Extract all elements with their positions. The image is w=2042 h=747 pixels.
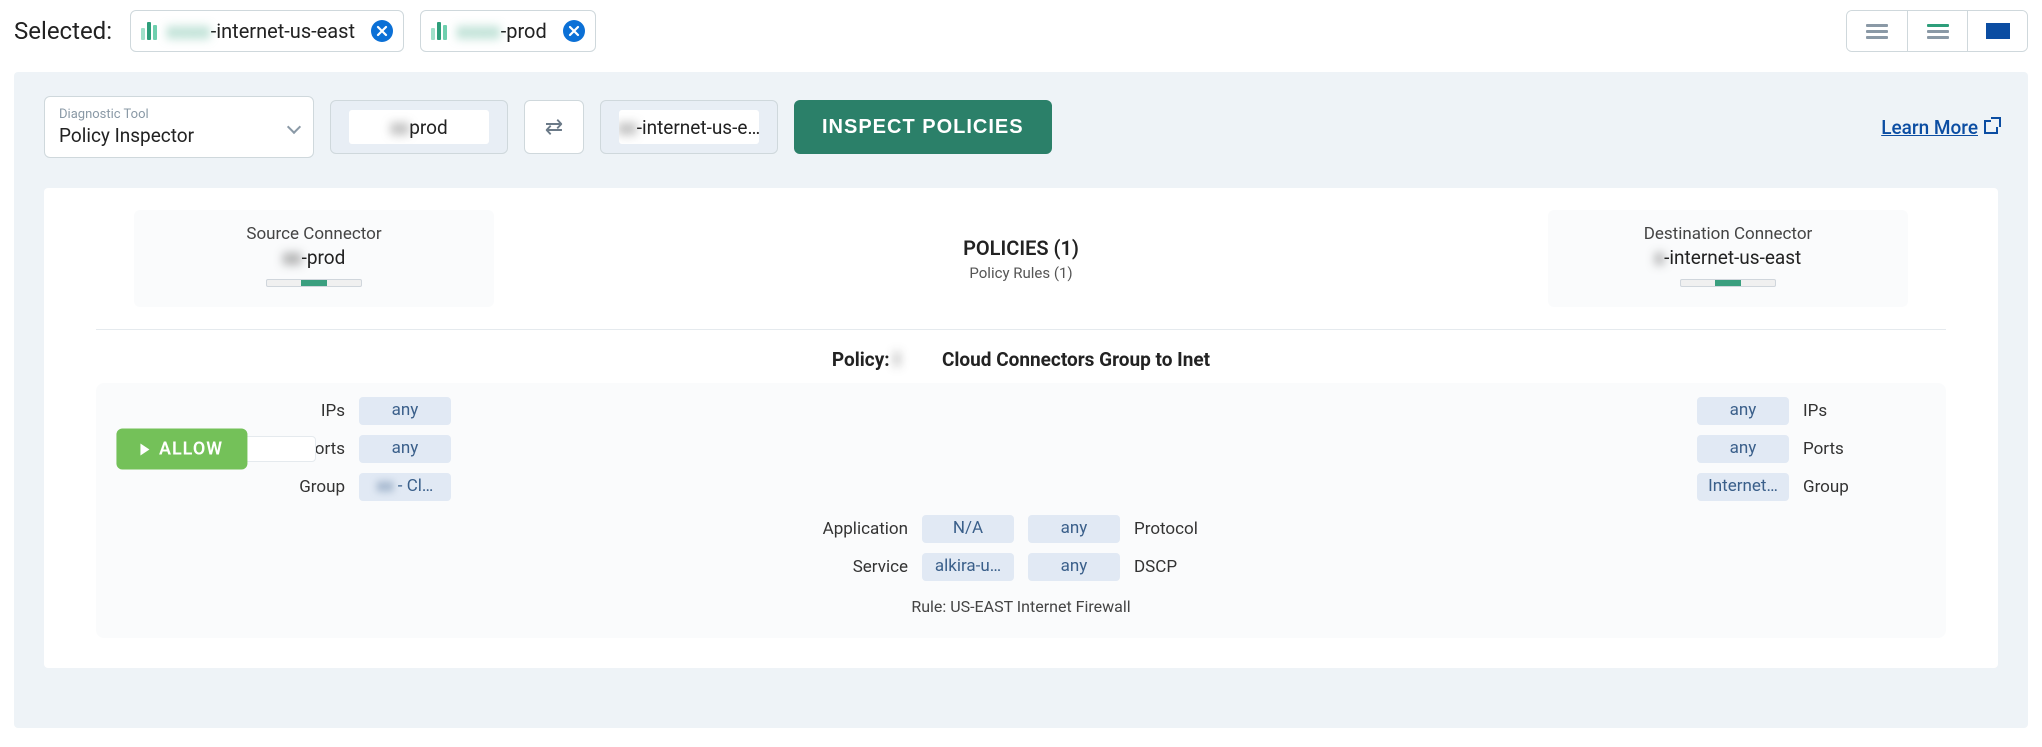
left-ips-value: any <box>359 397 451 425</box>
dscp-value: any <box>1028 553 1120 581</box>
policies-summary: POLICIES (1) Policy Rules (1) <box>494 236 1548 282</box>
dscp-label: DSCP <box>1134 557 1254 577</box>
arrow-right-icon <box>140 443 149 455</box>
summary-row: Source Connector xx-prod POLICIES (1) Po… <box>44 202 1998 307</box>
svc-value: alkira-u… <box>922 553 1014 581</box>
rule-footer: Rule: US-EAST Internet Firewall <box>124 597 1918 616</box>
diagnostic-value: Policy Inspector <box>59 124 273 147</box>
selected-label: Selected: <box>14 17 114 45</box>
swap-icon: ⇄ <box>545 115 563 140</box>
diagnostic-tool-select[interactable]: Diagnostic Tool Policy Inspector <box>44 96 314 158</box>
source-summary: Source Connector xx-prod <box>134 210 494 307</box>
inspector-stage: Diagnostic Tool Policy Inspector xxprod … <box>14 72 2028 728</box>
left-group-label: Group <box>253 477 345 497</box>
learn-more-link[interactable]: Learn More <box>1881 116 1998 139</box>
right-ips-label: IPs <box>1803 401 1918 421</box>
usage-bar <box>1680 279 1776 287</box>
external-link-icon <box>1984 120 1998 134</box>
view-toggle <box>1846 10 2028 52</box>
top-bar: Selected: xxxx-internet-us-east xxxx-pro… <box>0 0 2042 62</box>
inspector-toolbar: Diagnostic Tool Policy Inspector xxprod … <box>44 96 1998 158</box>
policy-title: Policy: I Cloud Connectors Group to Inet <box>44 348 1998 371</box>
bars-icon <box>431 22 447 40</box>
selected-chip-prod[interactable]: xxxx-prod <box>420 10 596 52</box>
right-ports-label: Ports <box>1803 439 1918 459</box>
allow-badge: ALLOW <box>116 429 247 470</box>
diagnostic-label: Diagnostic Tool <box>59 107 273 122</box>
svc-label: Service <box>788 557 908 577</box>
left-ips-label: IPs <box>253 401 345 421</box>
inspect-policies-button[interactable]: INSPECT POLICIES <box>794 100 1052 154</box>
flow-line: ALLOW <box>124 404 239 494</box>
close-icon[interactable] <box>371 20 393 42</box>
result-panel: Source Connector xx-prod POLICIES (1) Po… <box>44 188 1998 668</box>
right-group-value: Internet… <box>1697 473 1789 501</box>
rule-meta: Application N/A any Protocol Service alk… <box>124 515 1918 581</box>
right-ports-value: any <box>1697 435 1789 463</box>
view-list-accent-button[interactable] <box>1907 11 1967 51</box>
view-list-button[interactable] <box>1847 11 1907 51</box>
right-group-label: Group <box>1803 477 1918 497</box>
divider <box>96 329 1946 330</box>
usage-bar <box>266 279 362 287</box>
destination-summary: Destination Connector x-internet-us-east <box>1548 210 1908 307</box>
close-icon[interactable] <box>563 20 585 42</box>
proto-value: any <box>1028 515 1120 543</box>
card-icon <box>1986 23 2010 39</box>
app-value: N/A <box>922 515 1014 543</box>
swap-button[interactable]: ⇄ <box>524 100 584 154</box>
right-ips-value: any <box>1697 397 1789 425</box>
proto-label: Protocol <box>1134 519 1254 539</box>
selected-chip-internet[interactable]: xxxx-internet-us-east <box>130 10 404 52</box>
view-card-button[interactable] <box>1967 11 2027 51</box>
left-group-value: xx - Cl… <box>359 473 451 501</box>
app-label: Application <box>788 519 908 539</box>
rule-block: IPs any ALLOW any IPs Ports any <box>96 383 1946 638</box>
bars-icon <box>141 22 157 40</box>
left-ports-value: any <box>359 435 451 463</box>
destination-connector-select[interactable]: xx-internet-us-e… <box>600 100 778 154</box>
source-connector-select[interactable]: xxprod <box>330 100 508 154</box>
chevron-down-icon <box>287 120 301 134</box>
